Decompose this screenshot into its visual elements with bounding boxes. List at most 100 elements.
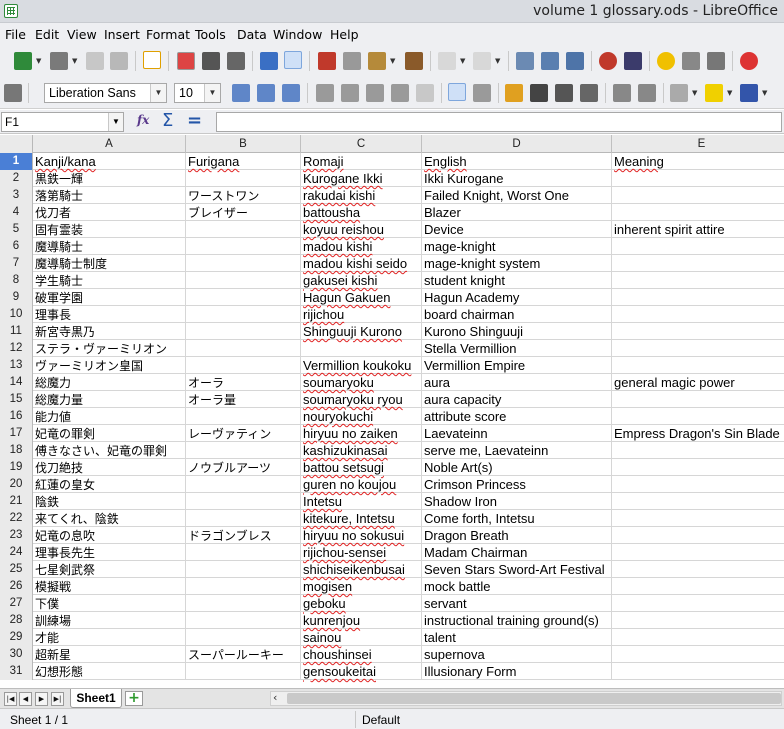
cell-d[interactable]: serve me, Laevateinn (422, 442, 612, 459)
cell-e[interactable] (612, 289, 784, 306)
cell-b[interactable] (186, 629, 301, 646)
cell-c[interactable] (301, 340, 422, 357)
print-preview-icon[interactable] (227, 52, 245, 70)
cell-c[interactable]: Vermillion koukoku (301, 357, 422, 374)
previous-sheet-icon[interactable]: ◀ (19, 692, 32, 706)
cell-a[interactable]: 固有霊装 (33, 221, 186, 238)
cell-e[interactable] (612, 595, 784, 612)
cell-b[interactable] (186, 442, 301, 459)
clone-formatting-icon[interactable] (405, 52, 423, 70)
save-icon[interactable] (86, 52, 104, 70)
row-header[interactable]: 13 (0, 357, 33, 374)
cell-e[interactable] (612, 629, 784, 646)
cell-b[interactable] (186, 272, 301, 289)
next-sheet-icon[interactable]: ▶ (35, 692, 48, 706)
cell-c[interactable]: guren no koujou (301, 476, 422, 493)
cell-d[interactable]: mage-knight (422, 238, 612, 255)
redo-icon[interactable] (473, 52, 491, 70)
cell-c[interactable]: Hagun Gakuen (301, 289, 422, 306)
formula-icon[interactable]: = (187, 110, 202, 131)
cell-c[interactable]: rakudai kishi (301, 187, 422, 204)
percent-format-icon[interactable] (530, 84, 548, 102)
cell-c[interactable]: Shinguuji Kurono (301, 323, 422, 340)
cell-e[interactable]: general magic power (612, 374, 784, 391)
cell-b[interactable]: オーラ量 (186, 391, 301, 408)
add-sheet-icon[interactable]: + (125, 691, 143, 706)
cell-a[interactable]: 模擬戦 (33, 578, 186, 595)
cell-c[interactable]: koyuu reishou (301, 221, 422, 238)
decrease-indent-icon[interactable] (613, 84, 631, 102)
row-header[interactable]: 19 (0, 459, 33, 476)
auto-spellcheck-icon[interactable] (284, 51, 302, 69)
cell-d[interactable]: Laevateinn (422, 425, 612, 442)
row-header[interactable]: 25 (0, 561, 33, 578)
copy-icon[interactable] (343, 52, 361, 70)
row-header[interactable]: 5 (0, 221, 33, 238)
cell-a[interactable]: 総魔力量 (33, 391, 186, 408)
cell-e[interactable] (612, 340, 784, 357)
cell-b[interactable] (186, 323, 301, 340)
cell-b[interactable] (186, 306, 301, 323)
cell-c[interactable]: madou kishi (301, 238, 422, 255)
column-header-a[interactable]: A (33, 135, 186, 153)
row-header[interactable]: 12 (0, 340, 33, 357)
cell-d[interactable]: Come forth, Intetsu (422, 510, 612, 527)
data-sources-icon[interactable] (707, 52, 725, 70)
new-dropdown-icon[interactable]: ▼ (36, 58, 43, 65)
cell-b[interactable] (186, 595, 301, 612)
cell-a[interactable]: 黒鉄一輝 (33, 170, 186, 187)
cell-a[interactable]: 七星剣武祭 (33, 561, 186, 578)
cell-b[interactable] (186, 561, 301, 578)
cell-c[interactable]: hiryuu no zaiken (301, 425, 422, 442)
background-color-icon[interactable] (705, 84, 723, 102)
undo-dropdown-icon[interactable]: ▼ (460, 58, 467, 65)
cell-b[interactable] (186, 578, 301, 595)
cell-c[interactable]: shichiseikenbusai (301, 561, 422, 578)
sheet-tab[interactable]: Sheet1 (70, 689, 122, 708)
cell-b[interactable] (186, 510, 301, 527)
cell-b[interactable] (186, 238, 301, 255)
cell-d[interactable]: Ikki Kurogane (422, 170, 612, 187)
cell-a[interactable]: 魔導騎士 (33, 238, 186, 255)
column-header-e[interactable]: E (612, 135, 784, 153)
row-header[interactable]: 29 (0, 629, 33, 646)
print-icon[interactable] (202, 52, 220, 70)
insert-chart-icon[interactable] (599, 52, 617, 70)
cell-c[interactable]: rijichou (301, 306, 422, 323)
gallery-icon[interactable] (682, 52, 700, 70)
cell-e[interactable] (612, 476, 784, 493)
cell-d[interactable]: board chairman (422, 306, 612, 323)
cell-b[interactable] (186, 170, 301, 187)
cell-d[interactable]: Madam Chairman (422, 544, 612, 561)
sum-icon[interactable]: Σ (162, 110, 173, 131)
bold-icon[interactable] (232, 84, 250, 102)
paste-icon[interactable] (368, 52, 386, 70)
cell-c[interactable]: kunrenjou (301, 612, 422, 629)
cell-d[interactable]: servant (422, 595, 612, 612)
font-color-dropdown-icon[interactable]: ▼ (762, 90, 769, 97)
cell-a[interactable]: 魔導騎士制度 (33, 255, 186, 272)
cell-a[interactable]: 落第騎士 (33, 187, 186, 204)
formula-input[interactable] (216, 112, 782, 132)
autofilter-icon[interactable] (566, 52, 584, 70)
borders-icon[interactable] (670, 84, 688, 102)
row-header[interactable]: 10 (0, 306, 33, 323)
cell-d[interactable]: supernova (422, 646, 612, 663)
cell-c[interactable]: choushinsei (301, 646, 422, 663)
cell-a[interactable]: 妃竜の罪剣 (33, 425, 186, 442)
background-dropdown-icon[interactable]: ▼ (727, 90, 734, 97)
row-header[interactable]: 20 (0, 476, 33, 493)
cell-e[interactable] (612, 612, 784, 629)
column-header-c[interactable]: C (301, 135, 422, 153)
cell-a[interactable]: 理事長先生 (33, 544, 186, 561)
cell-d[interactable]: instructional training ground(s) (422, 612, 612, 629)
open-dropdown-icon[interactable]: ▼ (72, 58, 79, 65)
cell-a[interactable]: 学生騎士 (33, 272, 186, 289)
email-icon[interactable] (110, 52, 128, 70)
cell-b[interactable]: レーヴァティン (186, 425, 301, 442)
align-top-icon[interactable] (448, 83, 466, 101)
cell-c[interactable]: battou setsugi (301, 459, 422, 476)
cell-a[interactable]: 紅蓮の皇女 (33, 476, 186, 493)
row-header[interactable]: 4 (0, 204, 33, 221)
row-header[interactable]: 17 (0, 425, 33, 442)
